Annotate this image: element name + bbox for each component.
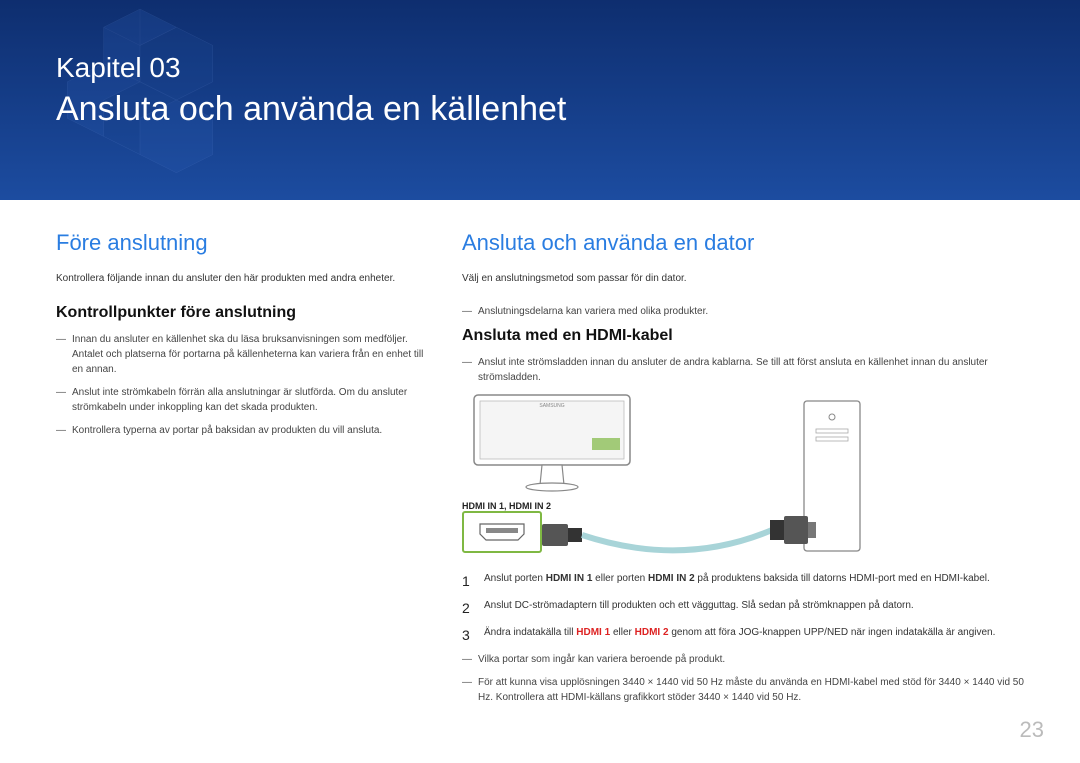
- page-number: 23: [1020, 717, 1044, 743]
- connect-pc-intro: Välj en anslutningsmetod som passar för …: [462, 272, 1040, 286]
- step-number: 2: [462, 598, 474, 619]
- checkpoint-item: Kontrollera typerna av portar på baksida…: [56, 423, 426, 438]
- checkpoint-item: Anslut inte strömkabeln förrän alla ansl…: [56, 385, 426, 415]
- hdmi-connection-diagram: SAMSUNG H: [462, 393, 882, 563]
- resolution-note: För att kunna visa upplösningen 3440 × 1…: [462, 675, 1040, 705]
- step-2: 2 Anslut DC-strömadaptern till produkten…: [462, 598, 1040, 619]
- step-text: Ändra indatakälla till HDMI 1 eller HDMI…: [484, 625, 1040, 646]
- step-3: 3 Ändra indatakälla till HDMI 1 eller HD…: [462, 625, 1040, 646]
- chapter-title: Ansluta och använda en källenhet: [56, 90, 566, 129]
- connect-pc-heading: Ansluta och använda en dator: [462, 230, 1040, 256]
- hdmi-port-icon: [478, 522, 526, 542]
- hdmi-power-note: Anslut inte strömsladden innan du anslut…: [462, 355, 1040, 385]
- right-column: Ansluta och använda en dator Välj en ans…: [462, 230, 1040, 713]
- hdmi-port-box: [462, 511, 542, 553]
- before-connecting-intro: Kontrollera följande innan du ansluter d…: [56, 272, 426, 286]
- ports-vary-note: Vilka portar som ingår kan variera beroe…: [462, 652, 1040, 667]
- svg-text:SAMSUNG: SAMSUNG: [539, 403, 564, 409]
- checkpoint-item: Innan du ansluter en källenhet ska du lä…: [56, 332, 426, 377]
- monitor-icon: SAMSUNG: [472, 393, 632, 493]
- step-text: Anslut porten HDMI IN 1 eller porten HDM…: [484, 571, 1040, 592]
- connection-parts-note: Anslutningsdelarna kan variera med olika…: [462, 304, 1040, 319]
- hdmi-steps: 1 Anslut porten HDMI IN 1 eller porten H…: [462, 571, 1040, 646]
- left-column: Före anslutning Kontrollera följande inn…: [56, 230, 426, 713]
- step-number: 3: [462, 625, 474, 646]
- chapter-label: Kapitel 03: [56, 52, 181, 84]
- checkpoints-heading: Kontrollpunkter före anslutning: [56, 304, 426, 322]
- step-1: 1 Anslut porten HDMI IN 1 eller porten H…: [462, 571, 1040, 592]
- step-text: Anslut DC-strömadaptern till produkten o…: [484, 598, 1040, 619]
- before-connecting-heading: Före anslutning: [56, 230, 426, 256]
- hdmi-port-label: HDMI IN 1, HDMI IN 2: [462, 501, 551, 511]
- hdmi-cable-icon: [542, 508, 822, 568]
- step-number: 1: [462, 571, 474, 592]
- header-background: Kapitel 03 Ansluta och använda en källen…: [0, 0, 1080, 200]
- hdmi-heading: Ansluta med en HDMI-kabel: [462, 327, 1040, 345]
